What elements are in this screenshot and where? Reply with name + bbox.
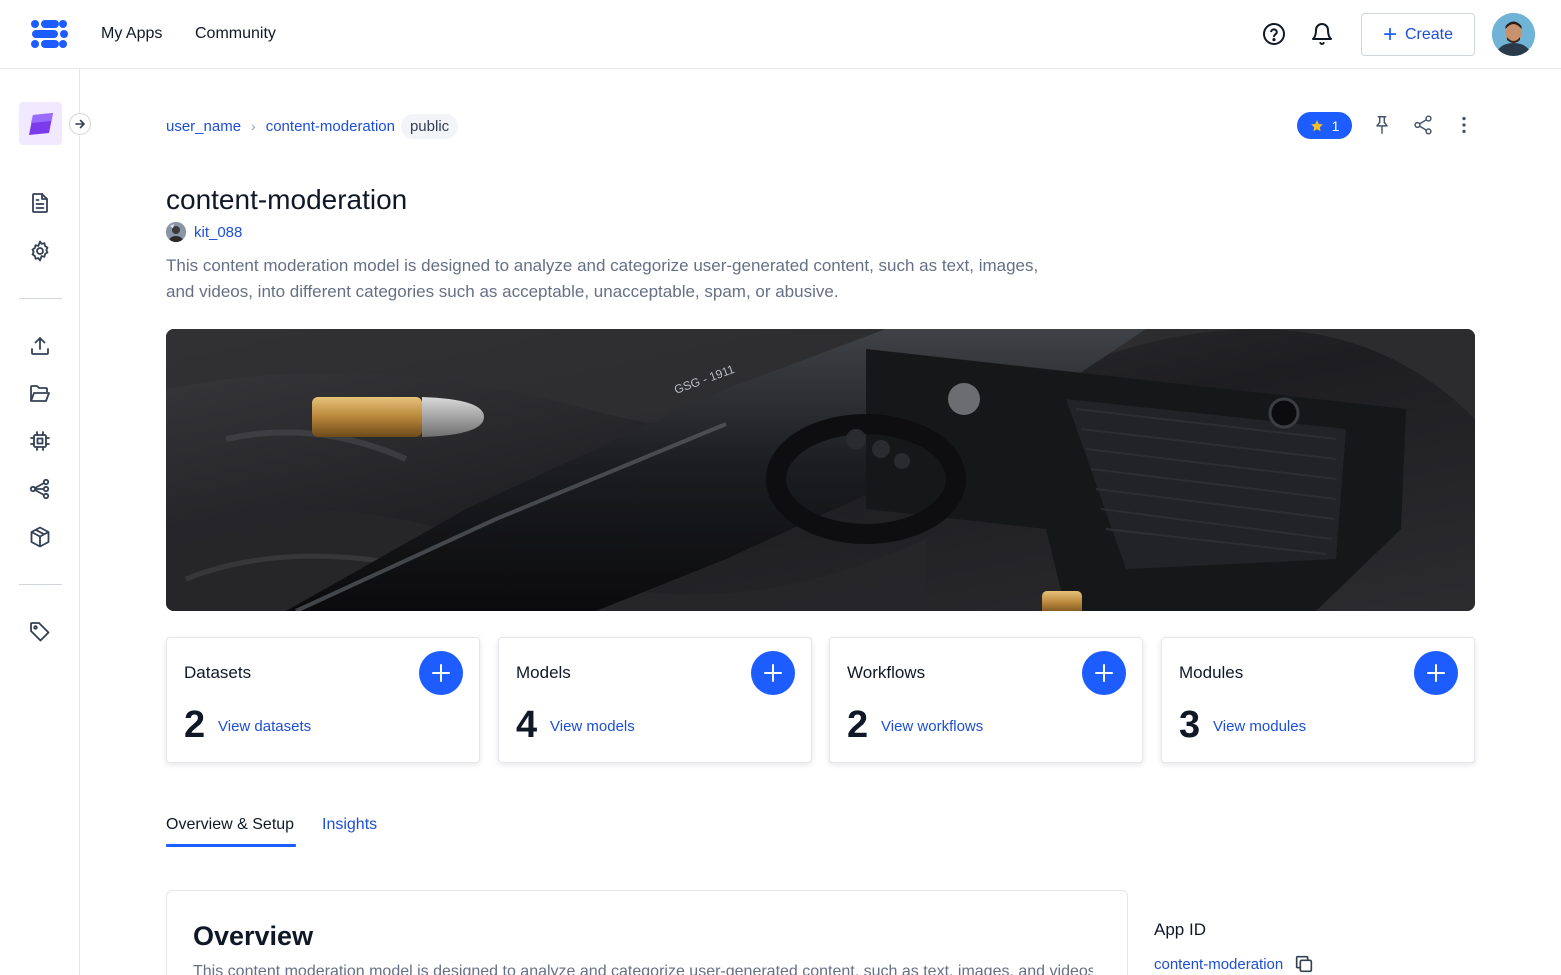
owner-avatar (166, 222, 186, 242)
owner-link[interactable]: kit_088 (166, 222, 242, 242)
stat-count: 2 (847, 704, 869, 746)
top-navigation-bar: My Apps Community + Create (0, 0, 1561, 69)
overview-text: This content moderation model is designe… (193, 963, 1093, 975)
create-button-label: Create (1404, 25, 1454, 43)
plus-icon (764, 664, 782, 682)
document-icon[interactable] (28, 191, 52, 215)
visibility-badge: public (400, 113, 459, 139)
breadcrumb: user_name › content-moderation public (166, 113, 459, 139)
app-cube-icon (28, 112, 53, 135)
tab-insights[interactable]: Insights (322, 816, 377, 834)
plus-icon (1095, 664, 1113, 682)
stat-count: 3 (1179, 704, 1201, 746)
add-model-button[interactable] (751, 651, 795, 695)
clarifai-logo-icon[interactable] (30, 16, 68, 52)
stat-label: Models (516, 663, 571, 682)
stat-label: Workflows (847, 663, 926, 682)
share-icon[interactable] (1412, 114, 1434, 136)
plus-icon (1427, 664, 1445, 682)
view-modules-link[interactable]: View modules (1213, 718, 1306, 735)
folder-open-icon[interactable] (28, 382, 52, 406)
add-dataset-button[interactable] (419, 651, 463, 695)
left-sidebar (0, 69, 91, 975)
nav-community[interactable]: Community (195, 25, 276, 43)
breadcrumb-app[interactable]: content-moderation (266, 118, 395, 135)
overview-title: Overview (193, 921, 314, 951)
active-tab-indicator (166, 844, 296, 847)
app-id-value: content-moderation (1154, 953, 1315, 975)
app-id-text: content-moderation (1154, 955, 1284, 973)
user-avatar[interactable] (1492, 13, 1535, 56)
add-workflow-button[interactable] (1082, 651, 1126, 695)
star-button[interactable]: 1 (1297, 112, 1352, 139)
add-module-button[interactable] (1414, 651, 1458, 695)
tab-overview-setup[interactable]: Overview & Setup (166, 816, 294, 834)
workflow-icon[interactable] (28, 477, 52, 501)
pistol-and-bullets-image: GSG - 1911 (166, 329, 1475, 611)
plus-icon: + (1382, 20, 1397, 48)
pin-icon[interactable] (1371, 114, 1393, 136)
sidebar-expand-button[interactable] (69, 113, 91, 135)
stat-count: 2 (184, 704, 206, 746)
page-title: content-moderation (166, 184, 408, 215)
modules-card: Modules 3 View modules (1161, 637, 1475, 763)
overview-card: Overview This content moderation model i… (166, 890, 1128, 975)
app-description: This content moderation model is designe… (166, 256, 1039, 301)
owner-name: kit_088 (194, 223, 243, 241)
sidebar-divider (19, 584, 62, 585)
datasets-card: Datasets 2 View datasets (166, 637, 480, 763)
stat-count: 4 (516, 704, 538, 746)
user-avatar-image (1492, 13, 1535, 56)
star-icon (1310, 119, 1323, 131)
breadcrumb-user[interactable]: user_name (166, 118, 241, 135)
more-vertical-icon[interactable] (1453, 114, 1475, 136)
help-icon[interactable] (1262, 22, 1286, 46)
hero-image: GSG - 1911 (166, 329, 1475, 611)
workflows-card: Workflows 2 View workflows (829, 637, 1143, 763)
stat-label: Modules (1179, 663, 1244, 682)
models-card: Models 4 View models (498, 637, 812, 763)
upload-icon[interactable] (28, 334, 52, 358)
arrow-right-icon (75, 119, 85, 129)
chevron-right-icon: › (251, 118, 256, 134)
sidebar-divider (19, 298, 62, 299)
view-datasets-link[interactable]: View datasets (218, 718, 311, 735)
create-button[interactable]: + Create (1361, 13, 1475, 56)
view-workflows-link[interactable]: View workflows (881, 718, 983, 735)
view-models-link[interactable]: View models (550, 718, 635, 735)
stat-label: Datasets (184, 663, 252, 682)
app-id-label: App ID (1154, 920, 1206, 939)
tag-label-icon[interactable] (28, 620, 52, 644)
plus-icon (432, 664, 450, 682)
nav-my-apps[interactable]: My Apps (101, 25, 162, 43)
copy-icon[interactable] (1293, 953, 1315, 975)
module-box-icon[interactable] (28, 525, 52, 549)
bell-icon[interactable] (1310, 22, 1334, 46)
app-badge[interactable] (19, 102, 62, 145)
chip-model-icon[interactable] (28, 429, 52, 453)
settings-gear-icon[interactable] (28, 239, 52, 263)
star-count: 1 (1331, 117, 1340, 134)
